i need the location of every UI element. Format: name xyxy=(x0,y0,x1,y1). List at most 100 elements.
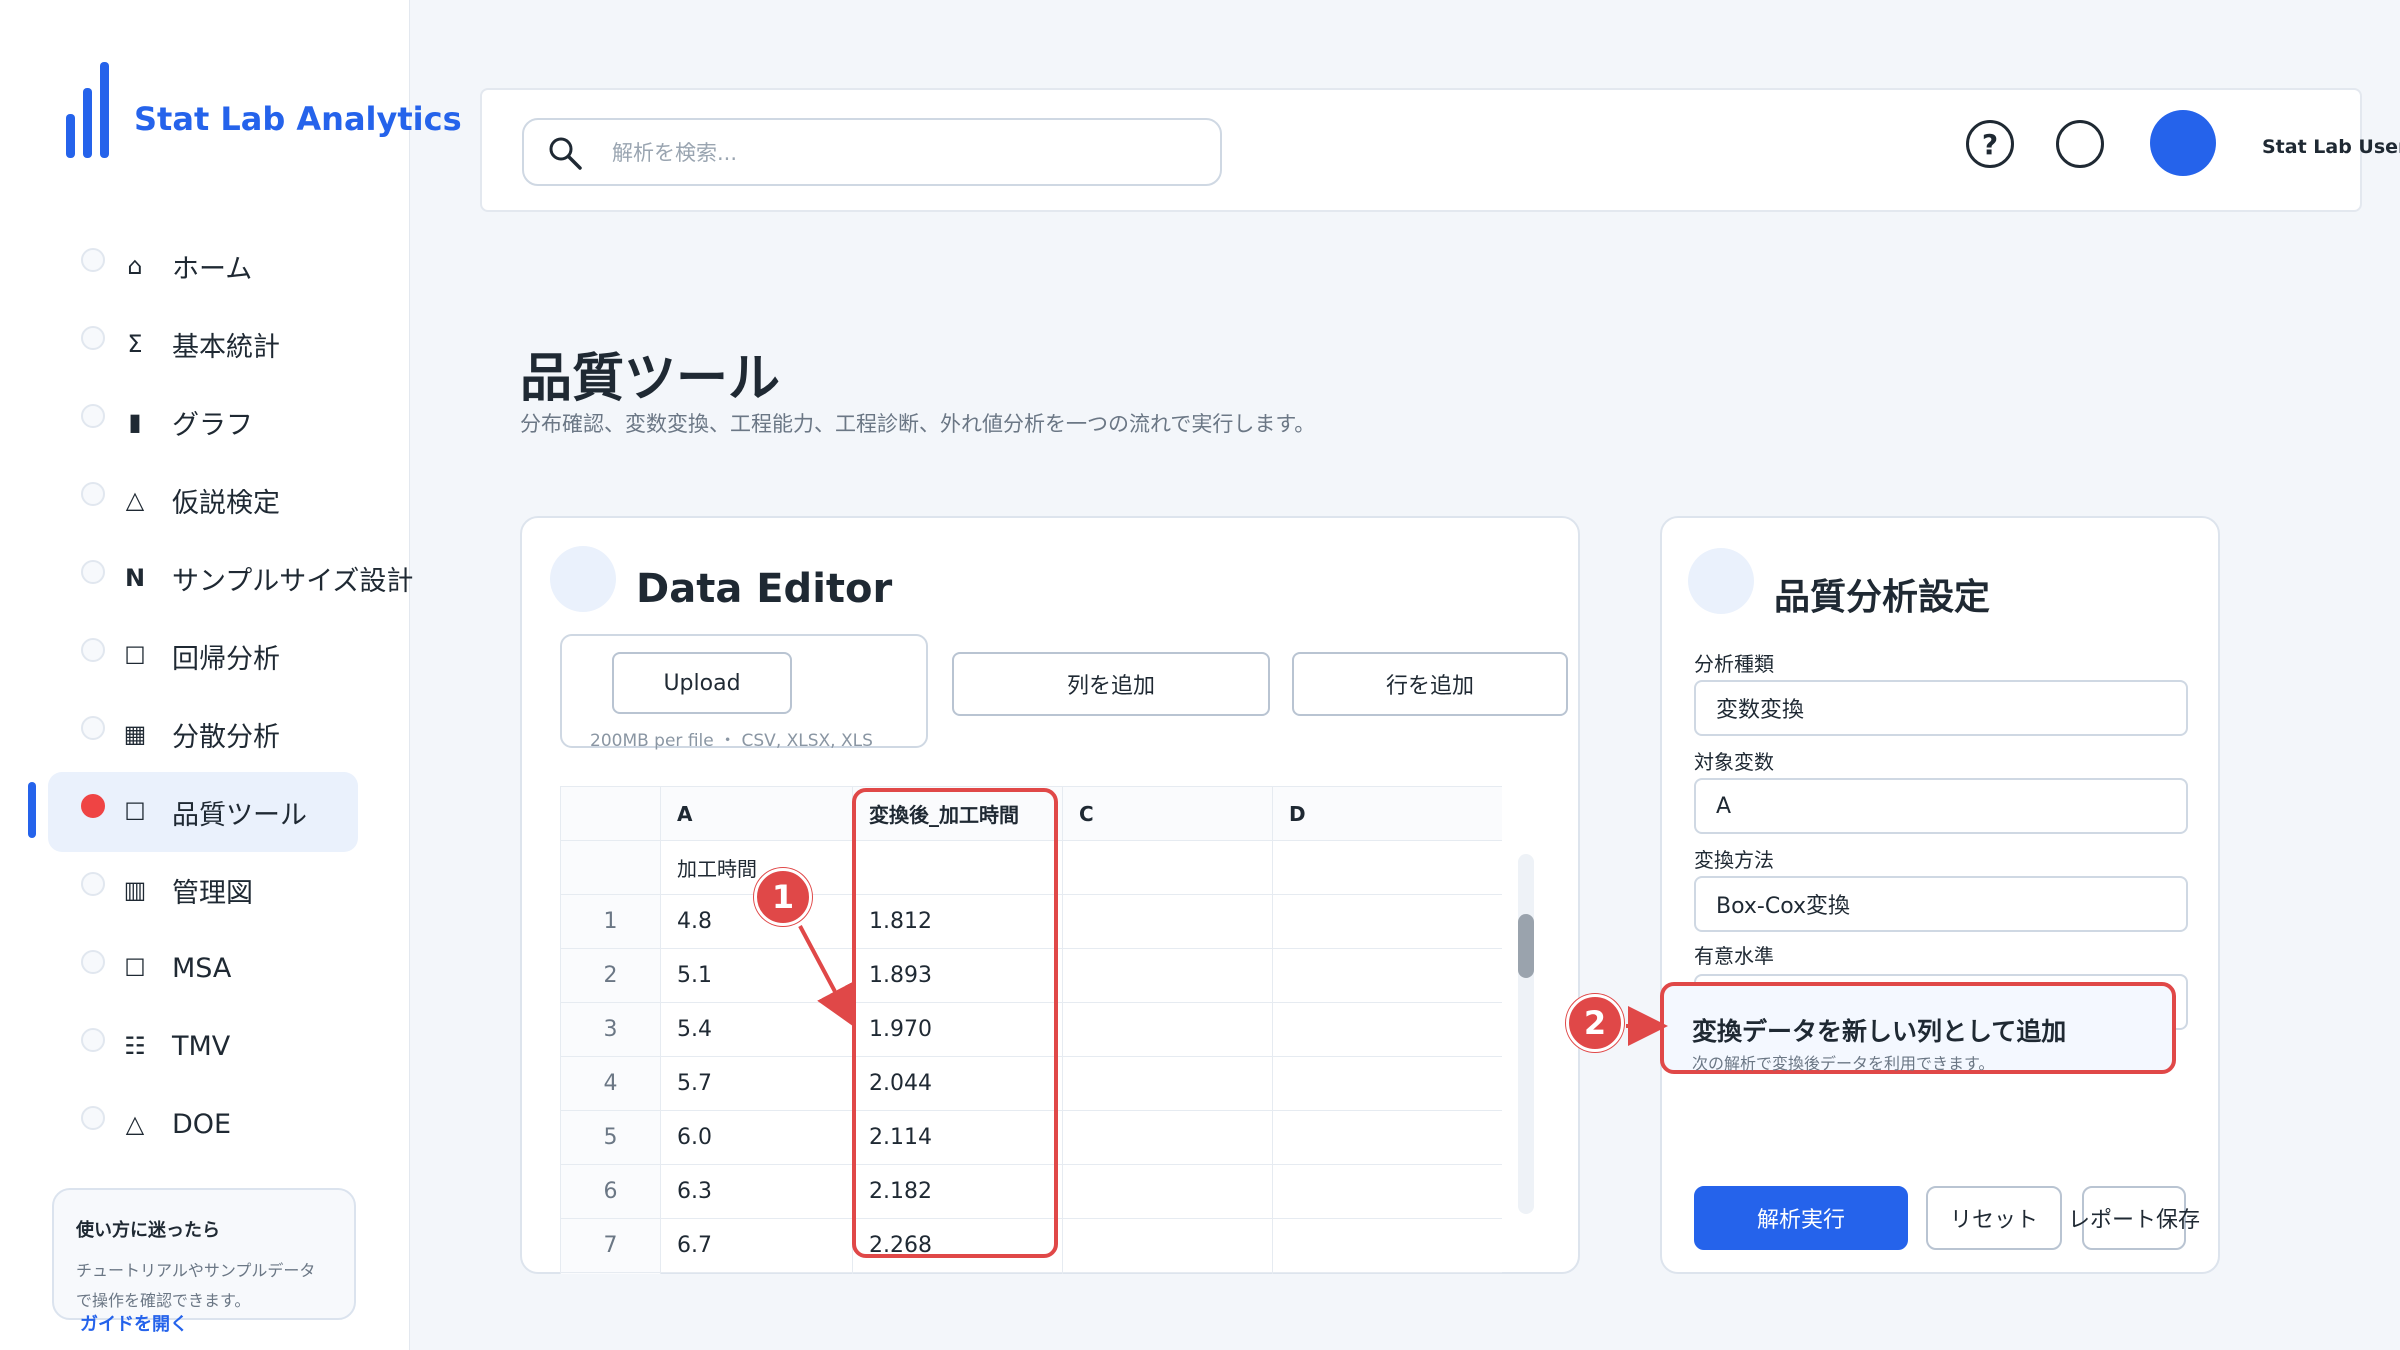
cell[interactable] xyxy=(1062,1002,1273,1057)
cell[interactable]: 5.4 xyxy=(660,1002,853,1057)
cell[interactable] xyxy=(1272,894,1502,949)
run-analysis-button[interactable]: 解析実行 xyxy=(1694,1186,1908,1250)
upload-dropzone[interactable]: Upload 200MB per file ・ CSV, XLSX, XLS xyxy=(560,634,928,751)
settings-icon[interactable] xyxy=(2056,120,2104,168)
transform-method-select[interactable]: Box-Cox変換 xyxy=(1694,876,2188,932)
significance-label: 有意水準 xyxy=(1694,944,1774,968)
cell[interactable] xyxy=(1272,840,1502,895)
cell[interactable] xyxy=(1272,1164,1502,1219)
square-icon: ☐ xyxy=(124,954,146,982)
avatar[interactable] xyxy=(2150,110,2216,176)
add-column-button[interactable]: 列を追加 xyxy=(952,652,1270,716)
page-subtitle: 分布確認、変数変換、工程能力、工程診断、外れ値分析を一つの流れで実行します。 xyxy=(520,412,1316,436)
triangle-icon: △ xyxy=(125,486,145,514)
sidebar-item-control-chart[interactable]: ▥ 管理図 xyxy=(48,850,358,930)
analysis-type-select[interactable]: 変数変換 xyxy=(1694,680,2188,736)
user-name: Stat Lab User xyxy=(2262,136,2400,158)
sidebar-item-label: サンプルサイズ設計 xyxy=(172,565,414,597)
cell[interactable]: 6.7 xyxy=(660,1218,853,1273)
sidebar-item-regression[interactable]: ☐ 回帰分析 xyxy=(48,616,358,696)
cell[interactable]: 7.2 xyxy=(660,1272,853,1274)
save-report-button[interactable]: レポート保存 xyxy=(2068,1186,2200,1250)
sidebar-item-tmv[interactable]: ☷ TMV xyxy=(48,1006,358,1086)
sidebar-item-anova[interactable]: ▦ 分散分析 xyxy=(48,694,358,774)
bar-icon: ▮ xyxy=(128,408,142,436)
top-bar: ? Stat Lab User xyxy=(480,88,2400,212)
sidebar-item-label: グラフ xyxy=(172,409,253,441)
add-column-option-title: 変換データを新しい列として追加 xyxy=(1692,1017,2067,1046)
n-icon: N xyxy=(124,564,146,592)
add-column-option-description: 次の解析で変換後データを利用できます。 xyxy=(1692,1054,1995,1073)
sidebar-item-sample-size[interactable]: N サンプルサイズ設計 xyxy=(48,538,413,618)
sidebar-item-label: 基本統計 xyxy=(172,331,280,363)
cell[interactable] xyxy=(1272,948,1502,1003)
row-number: 6 xyxy=(560,1164,661,1219)
home-icon: ⌂ xyxy=(127,252,143,280)
step-badge-1: 1 xyxy=(754,868,812,926)
cell[interactable]: 2.370 xyxy=(852,1272,1063,1274)
column-header[interactable]: A xyxy=(660,786,853,841)
help-icon[interactable]: ? xyxy=(1966,120,2014,168)
corner-cell xyxy=(560,786,661,841)
add-row-button[interactable]: 行を追加 xyxy=(1292,652,1568,716)
radio-indicator xyxy=(81,404,105,428)
cell[interactable] xyxy=(1062,1164,1273,1219)
reset-button[interactable]: リセット xyxy=(1926,1186,2062,1250)
search-box[interactable] xyxy=(522,118,1222,186)
guide-link[interactable]: ガイドを開く xyxy=(80,1310,188,1336)
sidebar-item-msa[interactable]: ☐ MSA xyxy=(48,928,358,1008)
scrollbar-thumb[interactable] xyxy=(1518,914,1534,978)
cell[interactable] xyxy=(1062,1110,1273,1165)
list-icon: ☷ xyxy=(124,1032,146,1060)
sidebar-item-graph[interactable]: ▮ グラフ xyxy=(48,382,358,462)
sidebar: Stat Lab Analytics ⌂ ホーム Σ 基本統計 ▮ グラフ △ … xyxy=(0,0,462,1350)
search-input[interactable] xyxy=(612,132,1192,174)
sidebar-item-basic-stats[interactable]: Σ 基本統計 xyxy=(48,304,358,384)
row-number: 1 xyxy=(560,894,661,949)
cell[interactable] xyxy=(1272,1218,1502,1273)
sidebar-item-doe[interactable]: △ DOE xyxy=(48,1084,358,1164)
cell[interactable] xyxy=(1062,1272,1273,1274)
column-header[interactable]: D xyxy=(1272,786,1502,841)
add-transformed-column-option[interactable]: 変換データを新しい列として追加 次の解析で変換後データを利用できます。 xyxy=(1660,982,2176,1074)
sidebar-item-label: 回帰分析 xyxy=(172,643,280,675)
sidebar-item-label: 管理図 xyxy=(172,877,253,909)
cell[interactable] xyxy=(1272,1272,1502,1274)
cell[interactable] xyxy=(1062,1056,1273,1111)
cell[interactable] xyxy=(1062,840,1273,895)
sidebar-nav: ⌂ ホーム Σ 基本統計 ▮ グラフ △ 仮説検定 N サンプルサイズ設計 ☐ … xyxy=(48,226,413,1164)
cell[interactable] xyxy=(1062,948,1273,1003)
sidebar-item-hypothesis[interactable]: △ 仮説検定 xyxy=(48,460,358,540)
radio-indicator xyxy=(81,248,105,272)
cell[interactable] xyxy=(1062,1218,1273,1273)
square-icon: ☐ xyxy=(124,642,146,670)
sidebar-item-label: 分散分析 xyxy=(172,721,280,753)
radio-indicator xyxy=(81,872,105,896)
column-header[interactable]: C xyxy=(1062,786,1273,841)
row-number: 5 xyxy=(560,1110,661,1165)
sidebar-item-label: ホーム xyxy=(172,253,253,285)
grid-icon: ▦ xyxy=(123,720,147,748)
row-number: 2 xyxy=(560,948,661,1003)
help-title: 使い方に迷ったら xyxy=(76,1220,220,1241)
sidebar-item-quality-tools[interactable]: ☐ 品質ツール xyxy=(48,772,358,852)
cell[interactable] xyxy=(1272,1056,1502,1111)
grid-scrollbar[interactable] xyxy=(1518,854,1534,1214)
target-variable-select[interactable]: A xyxy=(1694,778,2188,834)
settings-card-icon xyxy=(1688,548,1754,614)
cell[interactable] xyxy=(1062,894,1273,949)
radio-indicator xyxy=(81,326,105,350)
cell[interactable]: 5.1 xyxy=(660,948,853,1003)
cell[interactable] xyxy=(1272,1002,1502,1057)
row-number: 4 xyxy=(560,1056,661,1111)
sidebar-item-home[interactable]: ⌂ ホーム xyxy=(48,226,358,306)
cell[interactable]: 5.7 xyxy=(660,1056,853,1111)
analysis-type-label: 分析種類 xyxy=(1694,652,1774,676)
row-number xyxy=(560,840,661,895)
cell[interactable] xyxy=(1272,1110,1502,1165)
upload-button[interactable]: Upload xyxy=(612,652,792,714)
cell[interactable]: 6.0 xyxy=(660,1110,853,1165)
radio-indicator xyxy=(81,1106,105,1130)
square-icon: ☐ xyxy=(124,798,146,826)
cell[interactable]: 6.3 xyxy=(660,1164,853,1219)
